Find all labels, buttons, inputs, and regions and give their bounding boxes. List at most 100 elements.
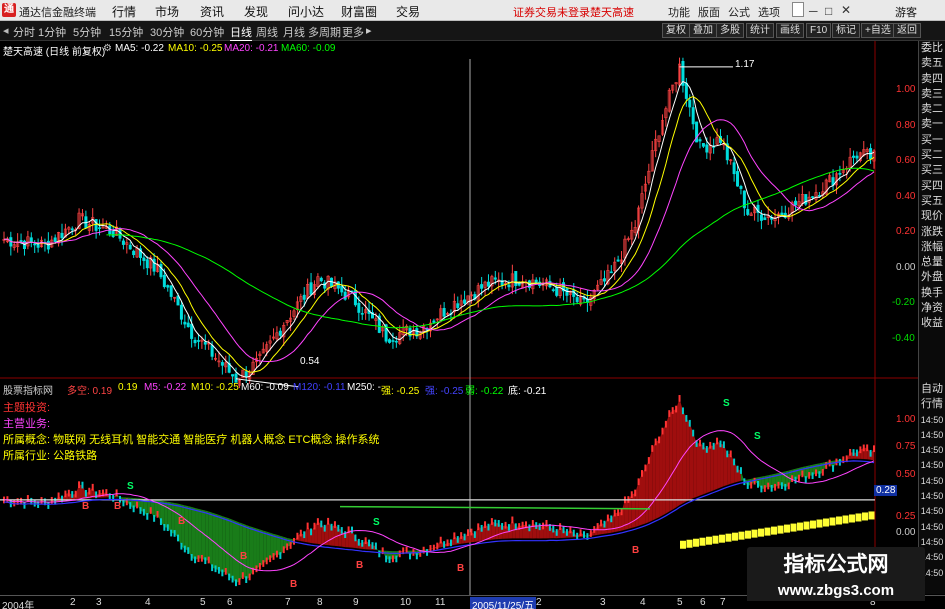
side-item[interactable]: 收益 — [919, 316, 945, 331]
candle-body — [480, 284, 484, 289]
cloud-segment — [672, 409, 677, 510]
side-item[interactable]: 卖一 — [919, 117, 945, 132]
menu-item[interactable]: 市场 — [155, 3, 179, 20]
candle-body — [701, 143, 705, 147]
period-tab[interactable]: 1分钟 — [38, 24, 66, 40]
overlay-button[interactable]: 叠加 — [689, 23, 717, 38]
minimize-icon[interactable]: ─ — [809, 4, 818, 18]
menu-item[interactable]: 资讯 — [200, 3, 224, 20]
more-arrow-icon[interactable]: ▸ — [366, 24, 372, 37]
side-item[interactable]: 涨跌 — [919, 225, 945, 240]
candle-body — [142, 257, 146, 261]
side-item[interactable]: 涨幅 — [919, 240, 945, 255]
side-item[interactable]: 现价 — [919, 209, 945, 224]
candle-body — [220, 362, 224, 366]
high-annotation: 1.17 — [735, 59, 755, 70]
guest-label[interactable]: 游客 — [895, 4, 917, 20]
side-item: 14:50 — [920, 521, 944, 532]
period-tab[interactable]: 多周期 — [308, 24, 341, 40]
yellow-band-block — [758, 528, 764, 537]
menu-item[interactable]: 发现 — [244, 3, 268, 20]
options-menu[interactable]: 选项 — [758, 4, 780, 20]
side-item[interactable]: 换手 — [919, 286, 945, 301]
settings-icon[interactable]: ⚙ — [103, 43, 112, 54]
fuquan-button[interactable]: 复权 — [662, 23, 690, 38]
period-tab[interactable]: 30分钟 — [150, 24, 184, 40]
cloud-segment — [665, 413, 670, 514]
side-item[interactable]: 卖三 — [919, 87, 945, 102]
yellow-band-block — [829, 517, 836, 526]
ma60-label: MA60: -0.09 — [281, 43, 336, 54]
candle-body — [736, 171, 740, 187]
yellow-band-block — [836, 516, 842, 525]
period-tab-active[interactable]: 日线 — [230, 24, 252, 41]
menu-item[interactable]: 行情 — [112, 3, 136, 20]
side-item[interactable]: 卖二 — [919, 102, 945, 117]
cloud-segment — [229, 518, 233, 580]
candle-body — [319, 277, 323, 282]
yellow-band-block — [816, 519, 823, 528]
top-menu-bar: 通 通达信金融终端 行情 市场 资讯 发现 问小达 财富圈 交易 证券交易未登录… — [0, 0, 945, 21]
period-tab[interactable]: 月线 — [283, 24, 305, 40]
layout-menu[interactable]: 版面 — [698, 4, 720, 20]
side-item[interactable]: 总量 — [919, 255, 945, 270]
draw-line-button[interactable]: 画线 — [776, 23, 804, 38]
side-item[interactable]: 行情 — [919, 397, 945, 412]
period-tab-more[interactable]: 更多 — [342, 24, 364, 40]
yellow-band-block — [842, 515, 849, 524]
candle-body — [763, 217, 767, 221]
cloud-segment — [700, 442, 704, 496]
candle-body — [186, 322, 190, 328]
function-menu[interactable]: 功能 — [668, 4, 690, 20]
x-tick: 7 — [285, 597, 291, 608]
side-item[interactable]: 卖四 — [919, 72, 945, 87]
side-item[interactable]: 净资 — [919, 301, 945, 316]
chart-svg[interactable] — [0, 41, 918, 595]
period-tab[interactable]: 60分钟 — [190, 24, 224, 40]
formula-menu[interactable]: 公式 — [728, 4, 750, 20]
close-icon[interactable]: ✕ — [841, 3, 851, 17]
yellow-band-block — [784, 524, 790, 533]
side-item[interactable]: 卖五 — [919, 56, 945, 71]
mark-button[interactable]: 标记 — [832, 23, 860, 38]
back-arrow-icon[interactable]: ◂ — [3, 24, 9, 37]
period-tab[interactable]: 15分钟 — [109, 24, 143, 40]
side-item[interactable]: 买三 — [919, 163, 945, 178]
period-tab[interactable]: 周线 — [256, 24, 278, 40]
back-button[interactable]: 返回 — [893, 23, 921, 38]
stats-button[interactable]: 统计 — [746, 23, 774, 38]
side-item[interactable]: 外盘 — [919, 270, 945, 285]
x-tick: 2 — [536, 597, 542, 608]
period-tab[interactable]: 分时 — [13, 24, 35, 40]
yellow-band-block — [686, 539, 693, 548]
window-icon[interactable] — [792, 2, 804, 17]
menu-item[interactable]: 问小达 — [288, 3, 324, 20]
yellow-band-block — [797, 522, 803, 531]
candle-body — [70, 228, 74, 231]
side-item[interactable]: 委比 — [919, 41, 945, 56]
menu-item[interactable]: 交易 — [396, 3, 420, 20]
candle-body — [432, 320, 436, 323]
side-item[interactable]: 买二 — [919, 148, 945, 163]
candle-body — [780, 212, 784, 216]
buy-mark: B — [457, 563, 465, 574]
cloud-segment — [686, 418, 690, 502]
menu-item[interactable]: 财富圈 — [341, 3, 377, 20]
candle-body — [391, 340, 395, 342]
side-item[interactable]: 买一 — [919, 133, 945, 148]
candle-body — [602, 278, 606, 282]
sub-label: M10: -0.25 — [191, 382, 239, 393]
multi-stock-button[interactable]: 多股 — [716, 23, 744, 38]
add-watchlist-button[interactable]: +自选 — [861, 23, 895, 38]
yellow-band-block — [732, 532, 738, 541]
maximize-icon[interactable]: □ — [825, 4, 832, 18]
cloud-segment — [662, 424, 666, 516]
period-tab[interactable]: 5分钟 — [73, 24, 101, 40]
chart-area[interactable]: 楚天高速 (日线 前复权) ⚙ MA5: -0.22 MA10: -0.25 M… — [0, 41, 945, 595]
login-warning[interactable]: 证券交易未登录 — [513, 4, 590, 20]
side-item[interactable]: 买四 — [919, 179, 945, 194]
yellow-band-block — [849, 514, 855, 523]
f10-button[interactable]: F10 — [806, 23, 832, 38]
side-item[interactable]: 买五 — [919, 194, 945, 209]
side-item[interactable]: 自动 — [919, 382, 945, 397]
